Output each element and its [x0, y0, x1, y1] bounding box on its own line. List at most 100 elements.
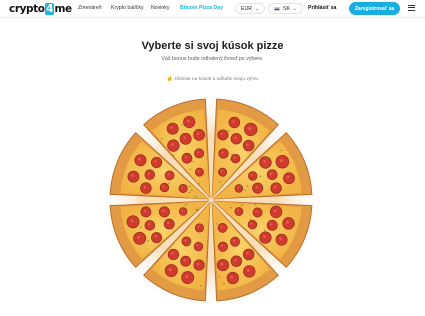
- pepperoni: [266, 169, 278, 180]
- pepperoni: [134, 154, 147, 167]
- pepperoni-highlight: [170, 126, 173, 129]
- pepperoni-highlight: [162, 185, 165, 188]
- nav-news[interactable]: Novinky: [151, 5, 169, 11]
- pepperoni-highlight: [220, 170, 223, 173]
- nav-crypto-packages[interactable]: Krypto balíčky: [111, 5, 144, 11]
- pepperoni-highlight: [137, 235, 140, 239]
- pepperoni: [167, 139, 180, 152]
- herb-speck: [189, 243, 191, 245]
- pepperoni-highlight: [168, 268, 172, 271]
- pepperoni-highlight: [234, 259, 237, 262]
- pepperoni: [230, 236, 240, 247]
- herb-speck: [262, 232, 265, 234]
- pepperoni: [218, 148, 229, 159]
- pepperoni: [194, 223, 205, 233]
- pepperoni-highlight: [286, 221, 289, 224]
- herb-speck: [168, 182, 170, 185]
- herb-speck: [196, 209, 199, 211]
- nav-exchange[interactable]: Zmenáreň: [78, 5, 102, 11]
- pepperoni-highlight: [279, 237, 282, 240]
- pepperoni: [178, 207, 188, 216]
- pepperoni: [282, 217, 295, 230]
- pepperoni-highlight: [143, 209, 147, 213]
- pepperoni-highlight: [138, 158, 141, 161]
- currency-select[interactable]: EUR ⌄: [235, 3, 266, 14]
- pepperoni: [226, 271, 239, 285]
- pepperoni-highlight: [270, 172, 273, 175]
- hint-text: Kliknite na kúsok a odhaľte svoju výhru: [175, 77, 259, 82]
- pepperoni-highlight: [273, 209, 277, 213]
- herb-speck: [200, 285, 202, 287]
- pepperoni-highlight: [220, 244, 223, 247]
- pepperoni: [234, 207, 244, 216]
- pizza: [103, 95, 319, 305]
- herb-speck: [189, 241, 192, 244]
- pepperoni-highlight: [196, 262, 200, 266]
- pepperoni: [150, 156, 163, 168]
- pepperoni-highlight: [250, 173, 253, 176]
- herb-speck: [223, 283, 225, 285]
- herb-speck: [246, 185, 249, 187]
- herb-speck: [222, 169, 224, 172]
- pepperoni: [218, 167, 228, 177]
- herb-speck: [140, 194, 143, 197]
- pepperoni: [144, 220, 156, 231]
- pepperoni: [230, 153, 241, 164]
- herb-speck: [246, 259, 249, 261]
- herb-speck: [227, 130, 230, 132]
- pepperoni-highlight: [230, 275, 234, 279]
- pepperoni: [248, 171, 258, 181]
- pepperoni: [179, 132, 192, 145]
- pepperoni-highlight: [131, 174, 134, 177]
- herb-speck: [189, 185, 191, 188]
- pepperoni: [180, 255, 192, 267]
- register-button[interactable]: Zaregistrovať sa: [349, 2, 400, 15]
- pepperoni: [133, 231, 147, 245]
- hamburger-menu-icon[interactable]: [408, 5, 415, 11]
- pepperoni-highlight: [184, 156, 188, 159]
- herb-speck: [188, 191, 190, 194]
- pepperoni: [163, 218, 175, 230]
- pepperoni: [230, 255, 242, 267]
- pepperoni: [217, 241, 228, 252]
- herb-speck: [218, 275, 220, 278]
- logo[interactable]: crypto 4 me: [9, 3, 72, 15]
- nav-bitcoin-pizza-day[interactable]: Bitcoin Pizza Day: [180, 5, 223, 11]
- login-link[interactable]: Prihlásiť sa: [308, 5, 336, 11]
- pepperoni-highlight: [237, 186, 239, 189]
- pepperoni: [181, 152, 193, 164]
- pepperoni-highlight: [171, 252, 174, 255]
- pepperoni-highlight: [233, 239, 236, 242]
- pepperoni-highlight: [143, 185, 147, 189]
- language-value: SK: [283, 5, 290, 12]
- pepperoni-highlight: [250, 222, 253, 225]
- currency-value: EUR: [241, 5, 252, 12]
- pepperoni-highlight: [255, 210, 258, 213]
- herb-speck: [135, 221, 138, 223]
- herb-speck: [161, 138, 163, 140]
- instruction-hint: ☝ Kliknite na kúsok a odhaľte svoju výhru: [0, 76, 425, 82]
- pepperoni-highlight: [130, 219, 134, 223]
- pepperoni-highlight: [185, 275, 188, 278]
- page-subtitle: Váš bonus bude odhalený ihneď po výbere.: [161, 56, 264, 62]
- pepperoni-highlight: [270, 223, 273, 226]
- pepperoni: [243, 265, 256, 278]
- herb-speck: [222, 175, 225, 178]
- pepperoni-highlight: [197, 225, 200, 228]
- herb-speck: [182, 272, 184, 274]
- herb-speck: [216, 223, 218, 225]
- pepperoni-highlight: [147, 172, 150, 175]
- pepperoni: [217, 129, 229, 141]
- pepperoni: [193, 129, 205, 141]
- pepperoni-highlight: [246, 252, 249, 255]
- pepperoni: [230, 133, 242, 145]
- pepperoni: [158, 206, 170, 218]
- pepperoni: [151, 232, 163, 244]
- herb-speck: [198, 183, 200, 185]
- pepperoni: [275, 233, 288, 246]
- pepperoni-highlight: [220, 132, 224, 136]
- pepperoni: [269, 205, 283, 219]
- language-select[interactable]: SK ⌄: [268, 3, 304, 14]
- pepperoni: [178, 183, 188, 193]
- pepperoni-highlight: [147, 223, 150, 226]
